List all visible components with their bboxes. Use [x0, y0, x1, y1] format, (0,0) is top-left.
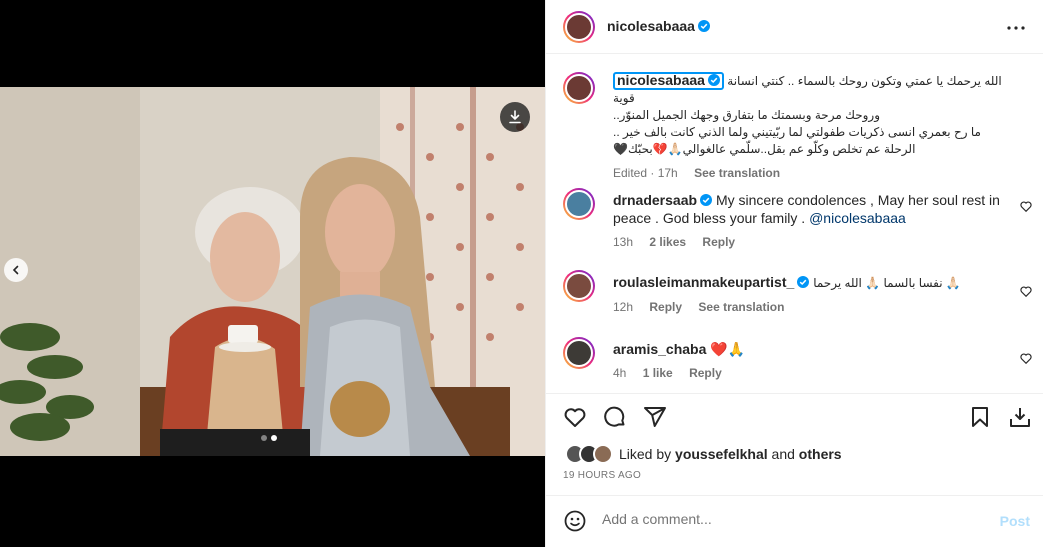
emoji-icon[interactable]	[564, 510, 586, 532]
reply-button[interactable]: Reply	[649, 300, 682, 314]
verified-badge-icon	[797, 276, 810, 288]
post-photo[interactable]	[0, 87, 545, 456]
download-icon[interactable]	[500, 102, 530, 132]
avatar	[593, 444, 613, 464]
see-translation-button[interactable]: See translation	[694, 166, 780, 180]
like-comment-heart-icon[interactable]	[1019, 351, 1033, 365]
verified-badge-icon	[697, 19, 710, 32]
reply-button[interactable]: Reply	[702, 235, 735, 249]
action-bar	[546, 393, 1043, 439]
caption-text-line-2: وروحك مرحة وبسمتك ما بتفارق وجهك الجميل …	[613, 108, 880, 122]
post-timestamp: 19 HOURS AGO	[563, 470, 642, 481]
post-sidebar: nicolesabaaa nicolesabaaa الله يرحمك يا …	[545, 0, 1043, 547]
see-translation-button[interactable]: See translation	[698, 300, 784, 314]
share-icon[interactable]	[642, 404, 668, 430]
liked-by-prefix: Liked by	[619, 446, 676, 462]
liked-by-others[interactable]: others	[799, 446, 842, 462]
chevron-left-icon	[12, 265, 19, 275]
avatar[interactable]	[563, 270, 595, 302]
save-bookmark-icon[interactable]	[967, 404, 993, 430]
caption-text-line-4: الرحلة عم تخلص وكلّو عم بقل..سلّمي عالغو…	[613, 142, 916, 156]
liked-by-mid: and	[767, 446, 799, 462]
comment-text: نفسا بالسما 🙏🏻 الله يرحما 🙏🏻	[813, 276, 961, 290]
comment-time: 12h	[613, 300, 634, 314]
comment-author[interactable]: drnadersaab	[613, 192, 697, 208]
post-comment-button[interactable]: Post	[1000, 513, 1030, 529]
caption-author[interactable]: nicolesabaaa	[613, 72, 724, 90]
comment-text: ❤️🙏	[710, 341, 746, 357]
comment-likes[interactable]: 1 like	[643, 366, 673, 380]
more-horizontal-icon[interactable]	[1004, 16, 1028, 40]
post-header: nicolesabaaa	[546, 0, 1043, 54]
download-to-device-icon[interactable]	[1007, 404, 1033, 430]
comment-time: 13h	[613, 235, 634, 249]
comment-icon[interactable]	[602, 404, 628, 430]
comment-item: aramis_chaba ❤️🙏 4h 1 like Reply	[563, 337, 1033, 392]
like-comment-heart-icon[interactable]	[1019, 199, 1033, 213]
previous-slide-button[interactable]	[4, 258, 28, 282]
caption: nicolesabaaa الله يرحمك يا عمتي وتكون رو…	[563, 72, 1033, 180]
comment-likes[interactable]: 2 likes	[649, 235, 686, 249]
liked-by-row[interactable]: Liked by youssefelkhal and others	[565, 444, 842, 464]
like-heart-icon[interactable]	[562, 404, 588, 430]
post-media	[0, 0, 545, 547]
comment-mention[interactable]: @nicolesabaaa	[809, 210, 906, 226]
verified-badge-icon	[700, 194, 713, 206]
reply-button[interactable]: Reply	[689, 366, 722, 380]
carousel-indicator	[261, 435, 277, 441]
comment-time: 4h	[613, 366, 627, 380]
verified-badge-icon	[707, 74, 720, 86]
avatar[interactable]	[563, 10, 595, 43]
carousel-dot-active	[271, 435, 277, 441]
avatar[interactable]	[563, 337, 595, 369]
avatar[interactable]	[563, 188, 595, 220]
comment-author[interactable]: aramis_chaba	[613, 341, 706, 357]
add-comment-input[interactable]	[602, 511, 982, 527]
post-author[interactable]: nicolesabaaa	[607, 18, 710, 36]
comment-author[interactable]: roulasleimanmakeupartist_	[613, 274, 794, 290]
caption-time: Edited · 17h	[613, 166, 678, 180]
avatar[interactable]	[563, 72, 595, 104]
carousel-dot	[261, 435, 267, 441]
like-comment-heart-icon[interactable]	[1019, 284, 1033, 298]
comment-item: drnadersaab My sincere condolences , May…	[563, 188, 1033, 258]
add-comment-bar: Post	[546, 495, 1043, 547]
comment-item: roulasleimanmakeupartist_ نفسا بالسما 🙏🏻…	[563, 270, 1033, 325]
liked-by-user[interactable]: youssefelkhal	[675, 446, 768, 462]
comments-list: nicolesabaaa الله يرحمك يا عمتي وتكون رو…	[546, 55, 1043, 393]
caption-text-line-3: ما رح بعمري انسى ذكريات طفولتي لما ربّيت…	[613, 125, 981, 139]
